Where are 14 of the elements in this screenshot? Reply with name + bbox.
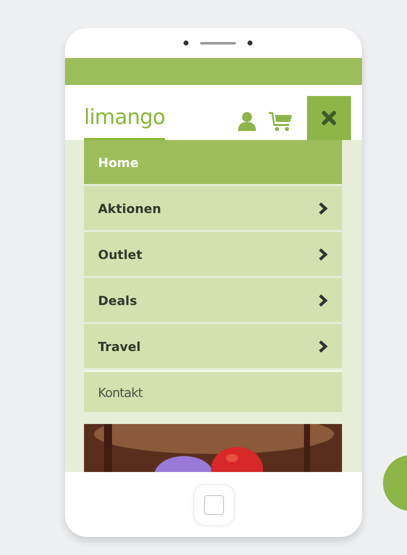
menu-item[interactable]: Deals [84, 278, 342, 324]
chevron-icon [318, 248, 328, 260]
close-button[interactable] [306, 96, 351, 140]
user-icon[interactable] [236, 111, 257, 131]
chevron-icon [318, 202, 328, 214]
chevron-icon [318, 294, 328, 306]
close-icon [320, 110, 337, 126]
home-button[interactable] [192, 484, 234, 526]
menu-item[interactable]: Aktionen [84, 186, 342, 232]
menu-item[interactable]: Travel [84, 324, 342, 370]
menu-item[interactable]: Outlet [84, 232, 342, 278]
cart-icon[interactable] [268, 111, 293, 131]
chevron-icon [318, 340, 328, 352]
menu-item[interactable]: Kontakt [84, 370, 342, 414]
